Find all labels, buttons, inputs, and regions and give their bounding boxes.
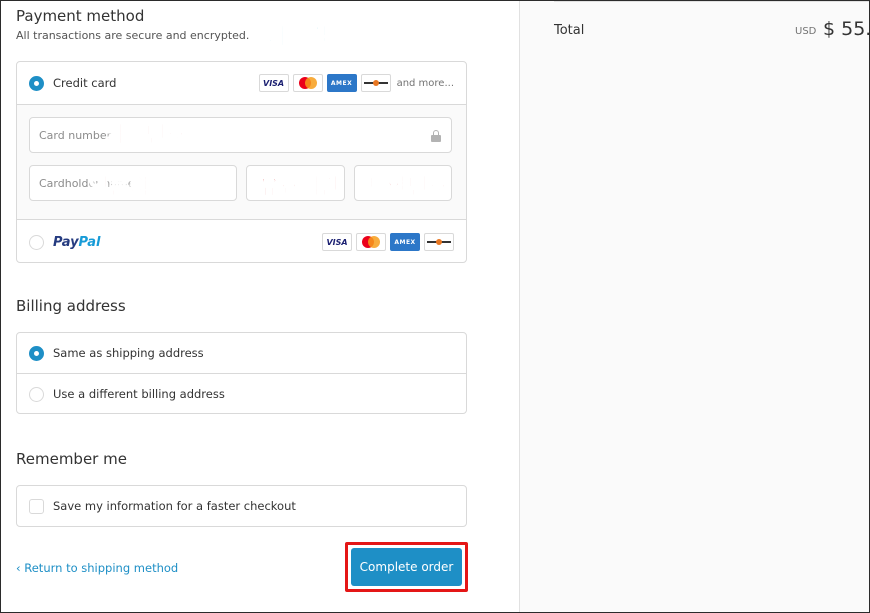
accepted-cards: VISA AMEX and more... <box>258 74 454 92</box>
total-amount: $ 55.00 <box>823 18 869 40</box>
mastercard-icon <box>292 74 323 92</box>
annotation-security-code: 보안번호 <box>367 175 449 201</box>
amex-icon: AMEX <box>326 74 357 92</box>
paypal-option[interactable]: PayPal VISA AMEX <box>17 220 466 262</box>
remember-me-checkbox[interactable] <box>29 498 44 514</box>
annotation-card-number: 카드번호 <box>105 123 187 149</box>
annotation-expiry: 유효기간 <box>259 175 341 201</box>
summary-divider <box>554 1 869 2</box>
order-summary-sidebar: Total USD $ 55.00 <box>519 1 869 612</box>
credit-card-radio[interactable] <box>29 75 44 91</box>
complete-order-button[interactable]: Complete order <box>351 548 462 586</box>
discover-icon <box>360 74 391 92</box>
annotation-card-payment: 카드결제 <box>267 25 349 51</box>
discover-icon <box>424 233 454 251</box>
billing-different-label: Use a different billing address <box>53 387 225 401</box>
remember-me-title: Remember me <box>16 450 127 468</box>
visa-icon: VISA <box>322 233 352 251</box>
annotation-english-name: 영문이름 <box>89 175 171 201</box>
card-number-placeholder: Card number <box>39 128 112 142</box>
billing-options-box: Same as shipping address Use a different… <box>16 332 467 414</box>
paypal-logo: PayPal <box>53 234 101 250</box>
total-currency: USD <box>795 26 817 37</box>
billing-same-label: Same as shipping address <box>53 346 204 360</box>
paypal-cards: VISA AMEX <box>322 233 454 251</box>
billing-same-radio[interactable] <box>29 345 44 361</box>
billing-address-title: Billing address <box>16 297 126 315</box>
mastercard-icon <box>356 233 386 251</box>
amex-icon: AMEX <box>390 233 420 251</box>
credit-card-option[interactable]: Credit card VISA AMEX and more... <box>17 62 466 104</box>
visa-icon: VISA <box>258 74 289 92</box>
remember-me-box: Save my information for a faster checkou… <box>16 485 467 527</box>
billing-different-radio[interactable] <box>29 386 44 402</box>
payment-method-subtitle: All transactions are secure and encrypte… <box>16 29 250 42</box>
checkout-main: Payment method All transactions are secu… <box>1 1 519 612</box>
paypal-radio[interactable] <box>29 234 44 250</box>
remember-me-label: Save my information for a faster checkou… <box>53 499 296 513</box>
credit-card-label: Credit card <box>53 76 117 90</box>
billing-option-different[interactable]: Use a different billing address <box>17 374 466 413</box>
card-number-input[interactable]: Card number <box>29 117 452 153</box>
remember-me-option[interactable]: Save my information for a faster checkou… <box>17 486 466 526</box>
complete-order-highlight: Complete order <box>345 542 468 592</box>
billing-option-same[interactable]: Same as shipping address <box>17 333 466 373</box>
payment-method-title: Payment method <box>16 7 145 25</box>
return-to-shipping-link[interactable]: ‹ Return to shipping method <box>16 561 178 575</box>
card-fields-panel: Card number Cardholder name <box>17 104 466 220</box>
lock-icon <box>431 130 441 142</box>
total-label: Total <box>554 23 585 38</box>
and-more-text: and more... <box>396 77 454 89</box>
payment-options-box: Credit card VISA AMEX and more... Card n… <box>16 61 467 263</box>
